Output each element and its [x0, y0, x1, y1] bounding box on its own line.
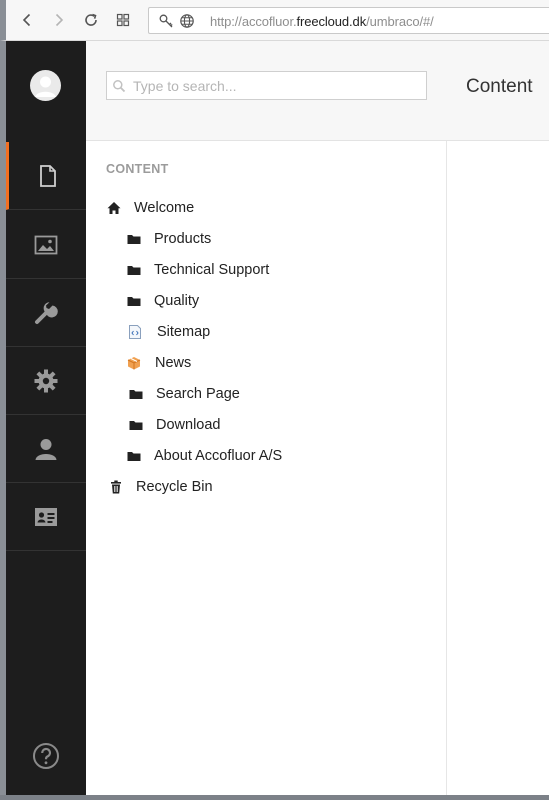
avatar[interactable] [30, 70, 61, 101]
tree-header [86, 41, 447, 141]
reload-icon[interactable] [82, 11, 100, 29]
content-tree-panel: CONTENT Welcome Products Technical Suppo… [86, 41, 447, 795]
main-panel: Content [447, 41, 549, 795]
section-content[interactable] [6, 142, 86, 210]
trash-icon [108, 479, 124, 495]
folder-icon [128, 417, 144, 433]
tree-node-label: Quality [154, 293, 200, 309]
folder-icon [126, 262, 142, 278]
id-card-icon [35, 507, 57, 526]
section-users[interactable] [6, 415, 86, 483]
folder-icon [126, 293, 142, 309]
tree-node-label: Sitemap [157, 324, 211, 340]
tree-node-label: Download [156, 417, 221, 433]
url-domain: freecloud.dk [296, 14, 367, 29]
back-icon[interactable] [18, 11, 36, 29]
section-settings[interactable] [6, 347, 86, 415]
tree-node-about[interactable]: About Accofluor A/S [126, 445, 282, 467]
sitemap-icon [127, 324, 143, 340]
section-media[interactable] [6, 211, 86, 279]
main-header: Content [447, 41, 549, 141]
tree-node-news[interactable]: News [126, 352, 191, 374]
tree-node-label: News [155, 355, 192, 371]
tree-node-download[interactable]: Download [128, 414, 221, 436]
tree-title: CONTENT [106, 162, 169, 176]
help-icon[interactable] [32, 742, 60, 770]
url-suffix: /umbraco/#/ [366, 14, 434, 29]
forward-icon[interactable] [50, 11, 68, 29]
folder-icon [126, 231, 142, 247]
gear-icon [34, 369, 58, 392]
tree-node-search-page[interactable]: Search Page [128, 383, 240, 405]
browser-toolbar: http://accofluor.freecloud.dk/umbraco/#/ [0, 0, 549, 41]
home-icon [106, 200, 122, 216]
url-prefix: http://accofluor. [210, 14, 297, 29]
address-bar[interactable]: http://accofluor.freecloud.dk/umbraco/#/ [148, 7, 549, 34]
url-text[interactable]: http://accofluor.freecloud.dk/umbraco/#/ [210, 14, 434, 29]
folder-icon [128, 386, 144, 402]
search-input[interactable] [106, 71, 427, 100]
box-icon [126, 355, 142, 371]
globe-icon[interactable] [179, 13, 195, 29]
page-title: Content [466, 76, 533, 97]
section-developer[interactable] [6, 279, 86, 347]
grid-icon[interactable] [114, 11, 132, 29]
folder-icon [126, 448, 142, 464]
tree-node-label: Recycle Bin [136, 479, 213, 495]
tree-node-label: Products [154, 231, 212, 247]
window-bottom-edge [0, 795, 549, 800]
user-icon [35, 438, 57, 460]
tree-node-quality[interactable]: Quality [126, 290, 199, 312]
tree-node-label: Technical Support [154, 262, 270, 278]
key-icon[interactable] [158, 13, 174, 29]
image-icon [34, 235, 58, 254]
section-sidebar [6, 41, 86, 795]
wrench-icon [35, 301, 58, 324]
tree-node-recycle-bin[interactable]: Recycle Bin [108, 476, 213, 498]
tree-node-label: Welcome [134, 200, 195, 216]
tree-node-products[interactable]: Products [126, 228, 211, 250]
document-icon [39, 164, 56, 187]
search-icon [113, 80, 126, 93]
tree-node-technical-support[interactable]: Technical Support [126, 259, 269, 281]
tree-node-sitemap[interactable]: Sitemap [127, 321, 210, 343]
tree-node-welcome[interactable]: Welcome [106, 197, 194, 219]
section-members[interactable] [6, 483, 86, 551]
tree-node-label: Search Page [156, 386, 240, 402]
tree-node-label: About Accofluor A/S [154, 448, 283, 464]
